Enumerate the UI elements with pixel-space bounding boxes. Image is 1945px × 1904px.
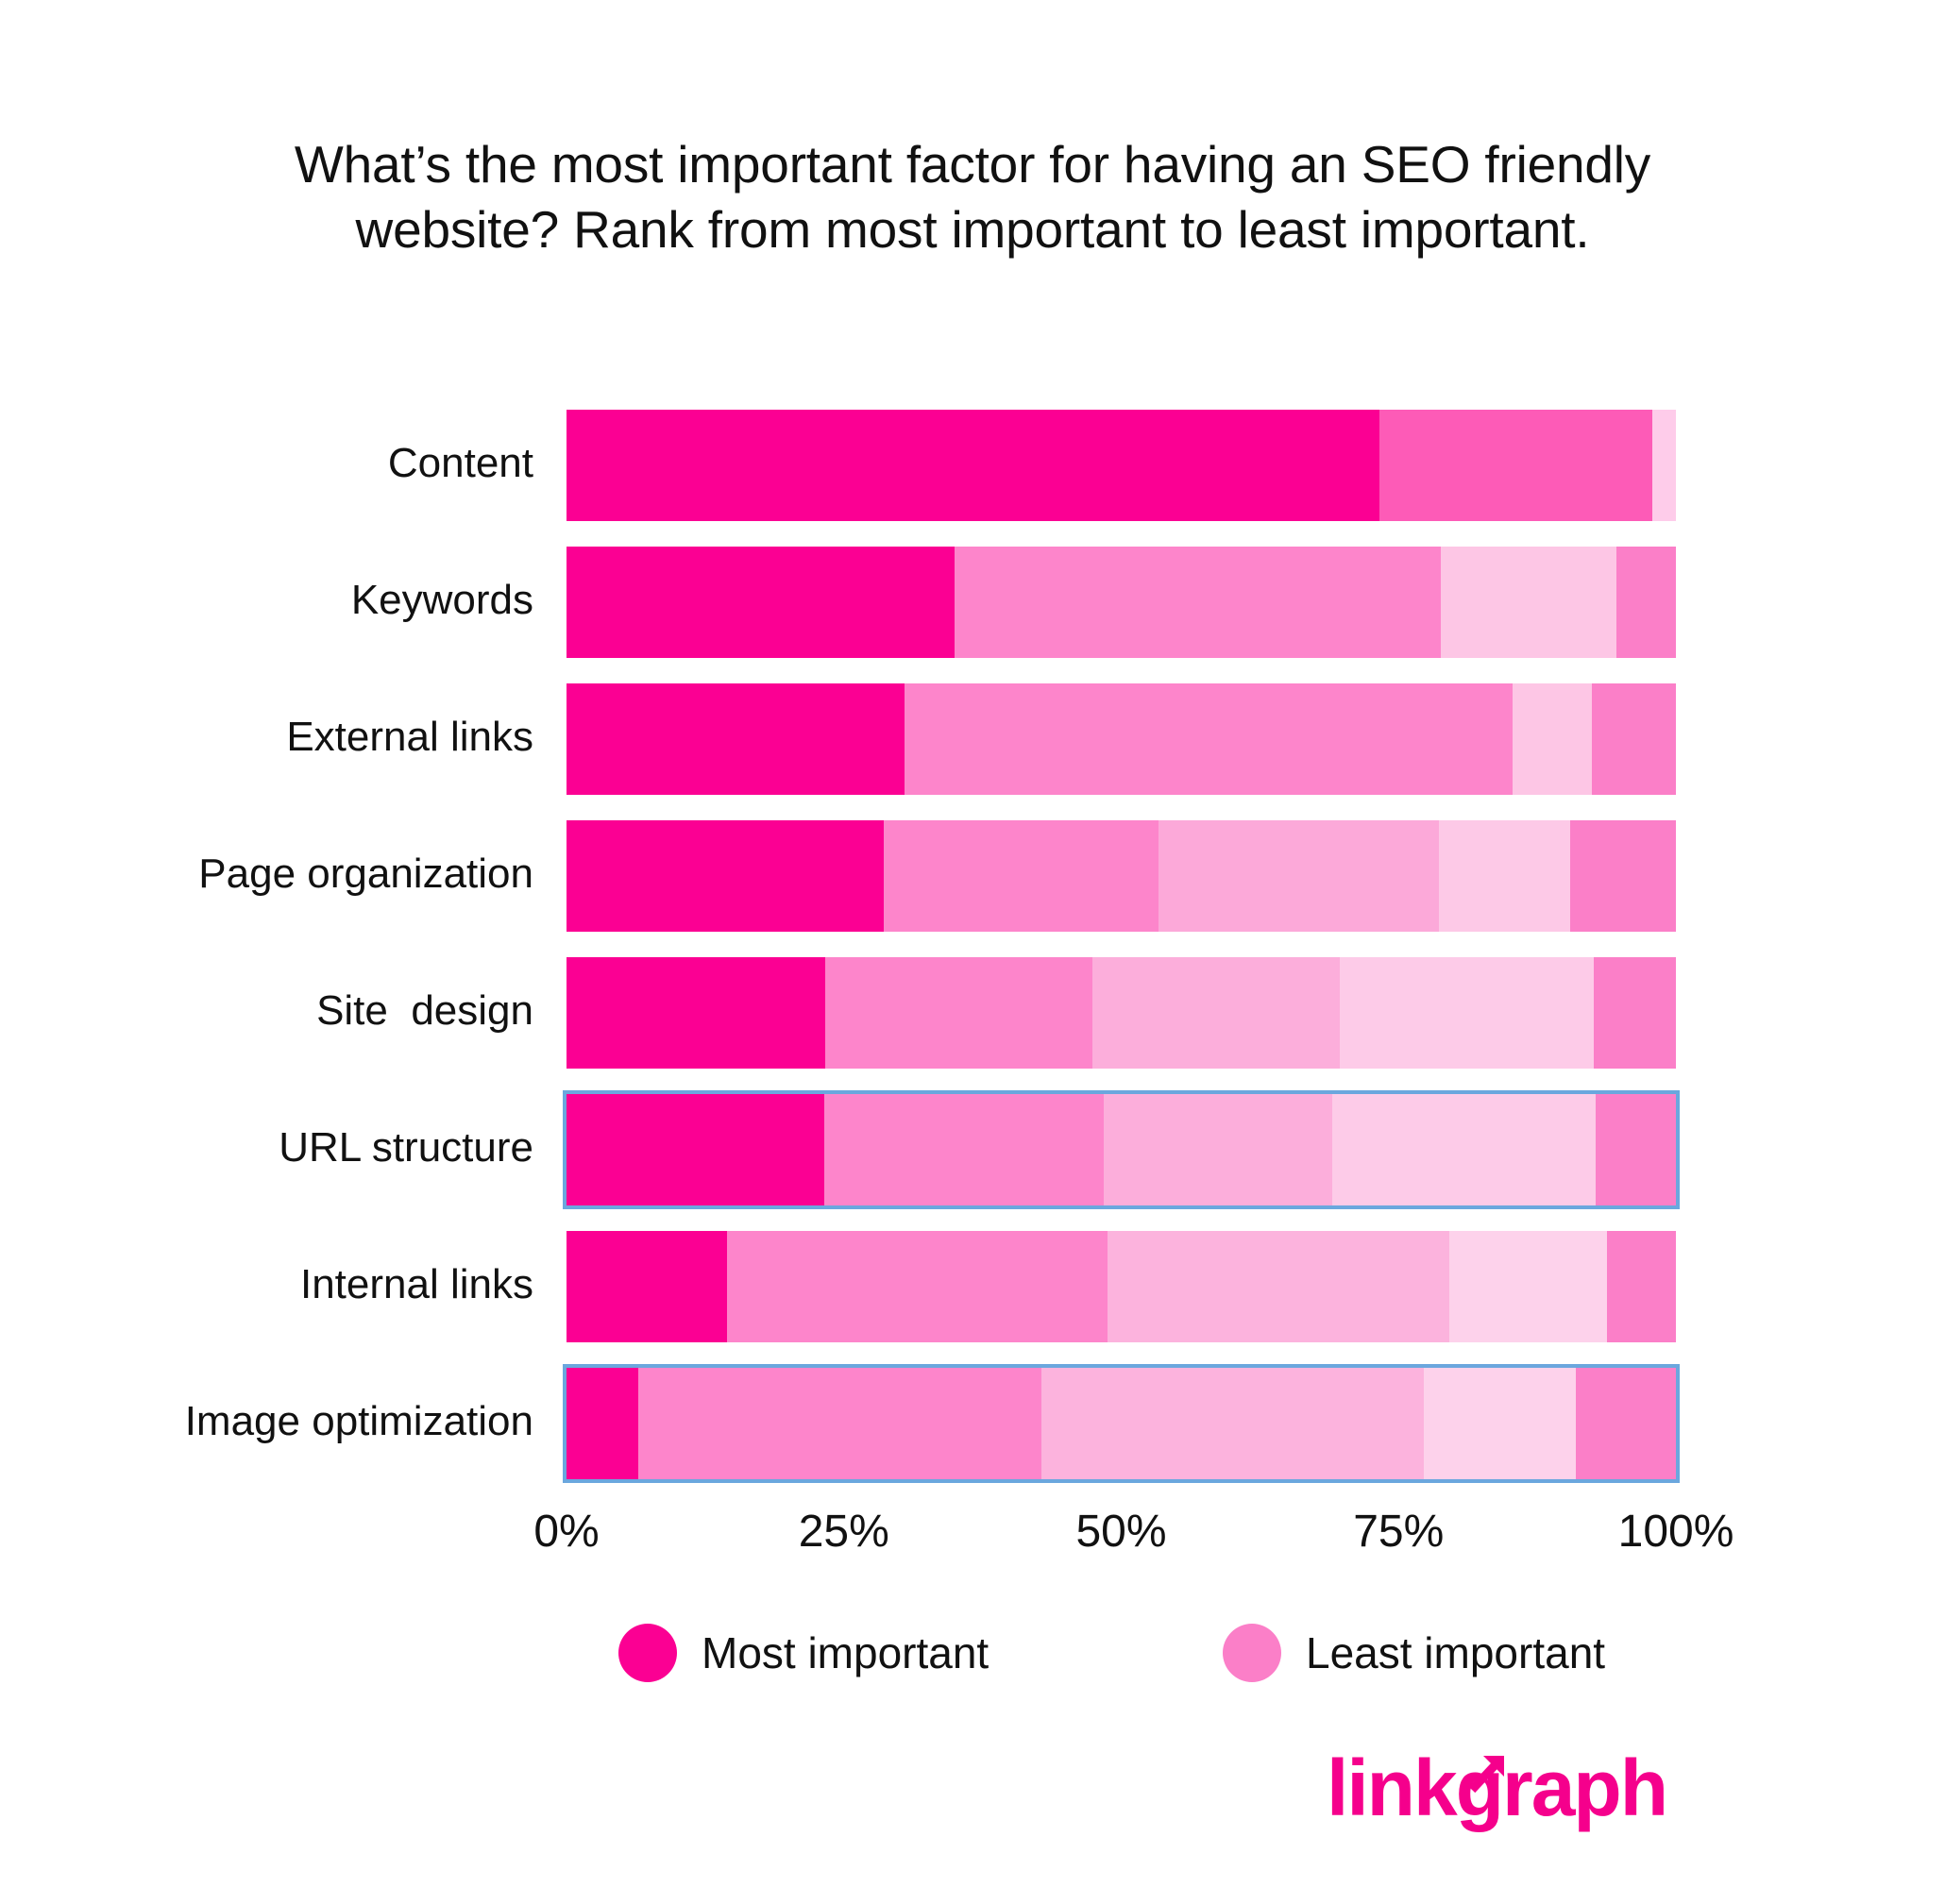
bar-row-image-optimization[interactable]	[563, 1363, 1680, 1483]
bar-segment-rank-1[interactable]	[567, 1093, 824, 1205]
x-tick-25pct: 25%	[798, 1507, 889, 1557]
bar-segment-rank-5[interactable]	[1652, 409, 1676, 521]
bar-segment-rank-1[interactable]	[567, 819, 885, 932]
bar-segment-rank-3[interactable]	[1513, 682, 1592, 795]
legend-label: Most important	[702, 1628, 989, 1677]
bar-segment-rank-4[interactable]	[1339, 956, 1595, 1069]
category-label-page-organization: Page organization	[198, 850, 533, 897]
bar-row-external-links[interactable]	[567, 682, 1676, 795]
bar-segment-rank-1[interactable]	[567, 682, 905, 795]
x-tick-100pct: 100%	[1617, 1507, 1734, 1557]
bar-segment-rank-4[interactable]	[1438, 819, 1571, 932]
bar-row-internal-links[interactable]	[567, 1230, 1676, 1342]
bar-segment-rank-5[interactable]	[1591, 682, 1676, 795]
arrow-up-right-icon	[1468, 1756, 1504, 1794]
bar-row-keywords[interactable]	[567, 546, 1676, 658]
linkgraph-logo: linkgraph	[1327, 1748, 1668, 1828]
bar-track	[567, 409, 1676, 521]
bar-track	[567, 819, 1676, 932]
bar-segment-rank-2[interactable]	[1379, 409, 1653, 521]
category-label-internal-links: Internal links	[299, 1260, 533, 1307]
bar-segment-rank-3[interactable]	[1159, 819, 1439, 932]
bar-segment-rank-3[interactable]	[1091, 956, 1340, 1069]
bar-row-url-structure[interactable]	[563, 1089, 1680, 1209]
bar-segment-rank-2[interactable]	[824, 956, 1092, 1069]
category-label-content: Content	[387, 439, 533, 486]
legend-label: Least important	[1306, 1628, 1606, 1677]
category-label-url-structure: URL structure	[279, 1123, 533, 1171]
bar-segment-rank-1[interactable]	[567, 409, 1380, 521]
category-label-image-optimization: Image optimization	[184, 1397, 533, 1444]
bar-track	[567, 1093, 1676, 1205]
bar-segment-rank-5[interactable]	[1607, 1230, 1676, 1342]
legend-item-least[interactable]: Least important	[1223, 1624, 1605, 1682]
stacked-bar-chart-plot	[563, 396, 1680, 1491]
legend-item-most[interactable]: Most important	[618, 1624, 989, 1682]
bar-segment-rank-1[interactable]	[567, 546, 956, 658]
x-tick-75pct: 75%	[1353, 1507, 1445, 1557]
bar-segment-rank-2[interactable]	[823, 1093, 1104, 1205]
x-tick-0pct: 0%	[533, 1507, 600, 1557]
bar-segment-rank-4[interactable]	[1331, 1093, 1597, 1205]
bar-track	[567, 956, 1676, 1069]
bar-segment-rank-5[interactable]	[1576, 1367, 1676, 1479]
bar-segment-rank-2[interactable]	[905, 682, 1514, 795]
category-label-external-links: External links	[286, 713, 533, 760]
bar-segment-rank-3[interactable]	[1103, 1093, 1332, 1205]
bar-segment-rank-1[interactable]	[567, 956, 825, 1069]
bar-track	[567, 1367, 1676, 1479]
bar-segment-rank-2[interactable]	[884, 819, 1159, 932]
category-label-site-design: Site design	[316, 986, 533, 1034]
category-axis-labels: Content Keywords External links Page organi…	[0, 396, 533, 1491]
bar-track	[567, 682, 1676, 795]
bar-segment-rank-2[interactable]	[955, 546, 1441, 658]
bar-segment-rank-2[interactable]	[727, 1230, 1108, 1342]
x-tick-50pct: 50%	[1075, 1507, 1167, 1557]
bar-row-page-organization[interactable]	[567, 819, 1676, 932]
bar-segment-rank-2[interactable]	[638, 1367, 1041, 1479]
bar-segment-rank-3[interactable]	[1040, 1367, 1425, 1479]
bar-row-content[interactable]	[567, 409, 1676, 521]
legend-swatch-icon	[1223, 1624, 1281, 1682]
bar-segment-rank-5[interactable]	[1596, 1093, 1676, 1205]
bar-segment-rank-3[interactable]	[1440, 546, 1616, 658]
bar-track	[567, 546, 1676, 658]
bar-segment-rank-1[interactable]	[567, 1230, 728, 1342]
category-label-keywords: Keywords	[350, 576, 533, 623]
bar-segment-rank-1[interactable]	[567, 1367, 639, 1479]
legend-swatch-icon	[618, 1624, 677, 1682]
bar-track	[567, 1230, 1676, 1342]
bar-segment-rank-4[interactable]	[1449, 1230, 1608, 1342]
bar-segment-rank-4[interactable]	[1424, 1367, 1577, 1479]
bar-row-site-design[interactable]	[567, 956, 1676, 1069]
chart-legend: Most important Least important	[567, 1624, 1681, 1727]
bar-segment-rank-5[interactable]	[1570, 819, 1676, 932]
page-title: What’s the most important factor for hav…	[294, 135, 1651, 259]
x-axis-tick-labels: 0% 25% 50% 75% 100%	[533, 1506, 1734, 1572]
bar-segment-rank-5[interactable]	[1594, 956, 1676, 1069]
bar-segment-rank-3[interactable]	[1108, 1230, 1450, 1342]
bar-segment-rank-5[interactable]	[1615, 546, 1676, 658]
